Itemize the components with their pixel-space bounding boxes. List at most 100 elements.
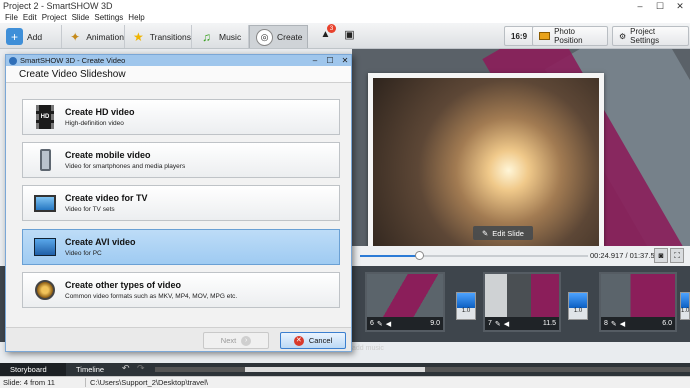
next-button[interactable]: Next › bbox=[203, 332, 269, 349]
pencil-icon[interactable]: ✎ bbox=[377, 320, 383, 328]
tab-create-label: Create bbox=[277, 32, 303, 42]
slide-preview[interactable] bbox=[352, 49, 690, 246]
maximize-button[interactable]: ☐ bbox=[650, 1, 670, 12]
option-desc: Video for smartphones and media players bbox=[65, 163, 186, 170]
storyboard-scrollbar[interactable] bbox=[155, 367, 690, 372]
edit-slide-button[interactable]: ✎ Edit Slide bbox=[473, 226, 533, 240]
dialog-minimize-button[interactable]: – bbox=[309, 56, 321, 65]
notification-badge: 3 bbox=[327, 24, 336, 33]
project-path: C:\Users\Support_2\Desktop\travel\ bbox=[85, 378, 208, 387]
dialog-heading: Create Video Slideshow bbox=[6, 66, 351, 83]
slide-number: 8 bbox=[604, 320, 608, 327]
speaker-icon[interactable]: ◀ bbox=[620, 320, 625, 328]
transition-thumbnail[interactable]: 1.0 bbox=[680, 292, 690, 320]
seek-progress bbox=[360, 255, 420, 257]
fullscreen-icon: ⛶ bbox=[674, 250, 680, 260]
create-video-dialog: SmartSHOW 3D - Create Video – ☐ ✕ Create… bbox=[5, 54, 352, 352]
tab-create[interactable]: ◎ Create bbox=[249, 25, 308, 48]
playback-bar: 00:24.917 / 01:37.500 ◙ ⛶ bbox=[352, 246, 690, 266]
photo-position-button[interactable]: Photo Position bbox=[532, 26, 608, 46]
tab-animation[interactable]: ✦ Animation bbox=[62, 25, 125, 48]
option-title: Create HD video bbox=[65, 107, 135, 117]
music-note-icon: ♫ bbox=[202, 29, 211, 44]
tab-transitions[interactable]: ★ Transitions bbox=[125, 25, 192, 48]
undo-icon[interactable]: ↶ bbox=[122, 363, 130, 374]
menu-project[interactable]: Project bbox=[42, 13, 67, 22]
scrollbar-thumb[interactable] bbox=[245, 367, 425, 372]
mobile-icon bbox=[34, 147, 56, 173]
tab-storyboard[interactable]: Storyboard bbox=[0, 363, 66, 376]
status-bar: Slide: 4 from 11 C:\Users\Support_2\Desk… bbox=[0, 376, 690, 388]
snapshot-button[interactable]: ◙ bbox=[654, 248, 668, 263]
fullscreen-button[interactable]: ⛶ bbox=[670, 248, 684, 263]
speaker-icon[interactable]: ◀ bbox=[504, 320, 509, 328]
tab-animation-label: Animation bbox=[86, 31, 124, 42]
slide-thumbnail[interactable]: 8 ✎ ◀ 6.0 bbox=[599, 272, 677, 332]
aspect-ratio-button[interactable]: 16:9 bbox=[504, 26, 535, 46]
option-tv-video[interactable]: Create video for TV Video for TV sets bbox=[22, 185, 340, 221]
star-icon: ★ bbox=[132, 29, 144, 44]
transition-thumbnail[interactable]: 1.0 bbox=[456, 292, 476, 320]
dialog-maximize-button[interactable]: ☐ bbox=[324, 56, 336, 65]
option-avi-video[interactable]: Create AVI video Video for PC bbox=[22, 229, 340, 265]
project-settings-button[interactable]: ⚙ Project Settings bbox=[612, 26, 689, 46]
option-hd-video[interactable]: HD Create HD video High-definition video bbox=[22, 99, 340, 135]
pencil-icon[interactable]: ✎ bbox=[495, 320, 501, 328]
menu-slide[interactable]: Slide bbox=[72, 13, 90, 22]
tv-icon bbox=[34, 190, 56, 216]
seek-bar[interactable] bbox=[360, 251, 588, 260]
tab-music[interactable]: ♫ Music bbox=[192, 25, 249, 48]
aspect-ratio-label: 16:9 bbox=[511, 31, 528, 41]
menu-bar: File Edit Project Slide Settings Help bbox=[0, 12, 690, 23]
transition-thumbnail[interactable]: 1.0 bbox=[568, 292, 588, 320]
option-title: Create mobile video bbox=[65, 150, 151, 160]
gallery-icon[interactable]: ▣ bbox=[342, 27, 357, 42]
arrow-right-icon: › bbox=[241, 335, 252, 346]
transition-image bbox=[457, 293, 475, 308]
animation-icon: ✦ bbox=[70, 29, 81, 44]
timecode: 00:24.917 / 01:37.500 bbox=[590, 251, 663, 260]
option-other-video[interactable]: Create other types of video Common video… bbox=[22, 272, 340, 308]
transition-image bbox=[569, 293, 587, 308]
cancel-button[interactable]: ✕ Cancel bbox=[280, 332, 346, 349]
title-bar: Project 2 - SmartSHOW 3D – ☐ ✕ bbox=[0, 0, 690, 12]
dialog-close-button[interactable]: ✕ bbox=[339, 56, 351, 65]
redo-icon[interactable]: ↷ bbox=[137, 363, 145, 374]
add-music-label[interactable]: add music bbox=[352, 345, 384, 352]
menu-settings[interactable]: Settings bbox=[94, 13, 123, 22]
transition-image bbox=[681, 293, 689, 308]
notification-icon[interactable]: ▲ 3 bbox=[318, 24, 336, 42]
slide-thumbnail[interactable]: 6 ✎ ◀ 9.0 bbox=[365, 272, 445, 332]
tab-add-label: Add bbox=[27, 31, 43, 42]
menu-help[interactable]: Help bbox=[128, 13, 144, 22]
tab-music-label: Music bbox=[219, 31, 242, 42]
project-settings-label: Project Settings bbox=[630, 27, 660, 45]
seek-handle[interactable] bbox=[415, 251, 425, 260]
minimize-button[interactable]: – bbox=[630, 1, 650, 11]
avi-video-icon bbox=[34, 234, 56, 260]
slide-duration: 6.0 bbox=[662, 320, 672, 327]
option-mobile-video[interactable]: Create mobile video Video for smartphone… bbox=[22, 142, 340, 178]
slide-thumbnail[interactable]: 7 ✎ ◀ 11.5 bbox=[483, 272, 561, 332]
film-reel-icon: ◎ bbox=[256, 28, 273, 46]
tab-transitions-label: Transitions bbox=[149, 31, 191, 42]
cancel-label: Cancel bbox=[308, 336, 333, 345]
tab-add[interactable]: + Add bbox=[0, 25, 62, 48]
slide-image bbox=[367, 274, 443, 319]
slide-meta: 7 ✎ ◀ 11.5 bbox=[485, 317, 559, 330]
option-title: Create AVI video bbox=[65, 237, 136, 247]
pencil-icon[interactable]: ✎ bbox=[611, 320, 617, 328]
tab-timeline[interactable]: Timeline bbox=[66, 363, 118, 376]
pencil-icon: ✎ bbox=[482, 228, 489, 238]
slide-image bbox=[485, 274, 559, 319]
option-title: Create video for TV bbox=[65, 193, 148, 203]
option-desc: Video for TV sets bbox=[65, 206, 115, 213]
slide-meta: 8 ✎ ◀ 6.0 bbox=[601, 317, 675, 330]
menu-file[interactable]: File bbox=[5, 13, 18, 22]
menu-edit[interactable]: Edit bbox=[23, 13, 37, 22]
speaker-icon[interactable]: ◀ bbox=[386, 320, 391, 328]
close-button[interactable]: ✕ bbox=[670, 1, 690, 12]
slide-number: 6 bbox=[370, 320, 374, 327]
transition-duration: 1.0 bbox=[573, 308, 583, 314]
cancel-icon: ✕ bbox=[293, 335, 304, 346]
